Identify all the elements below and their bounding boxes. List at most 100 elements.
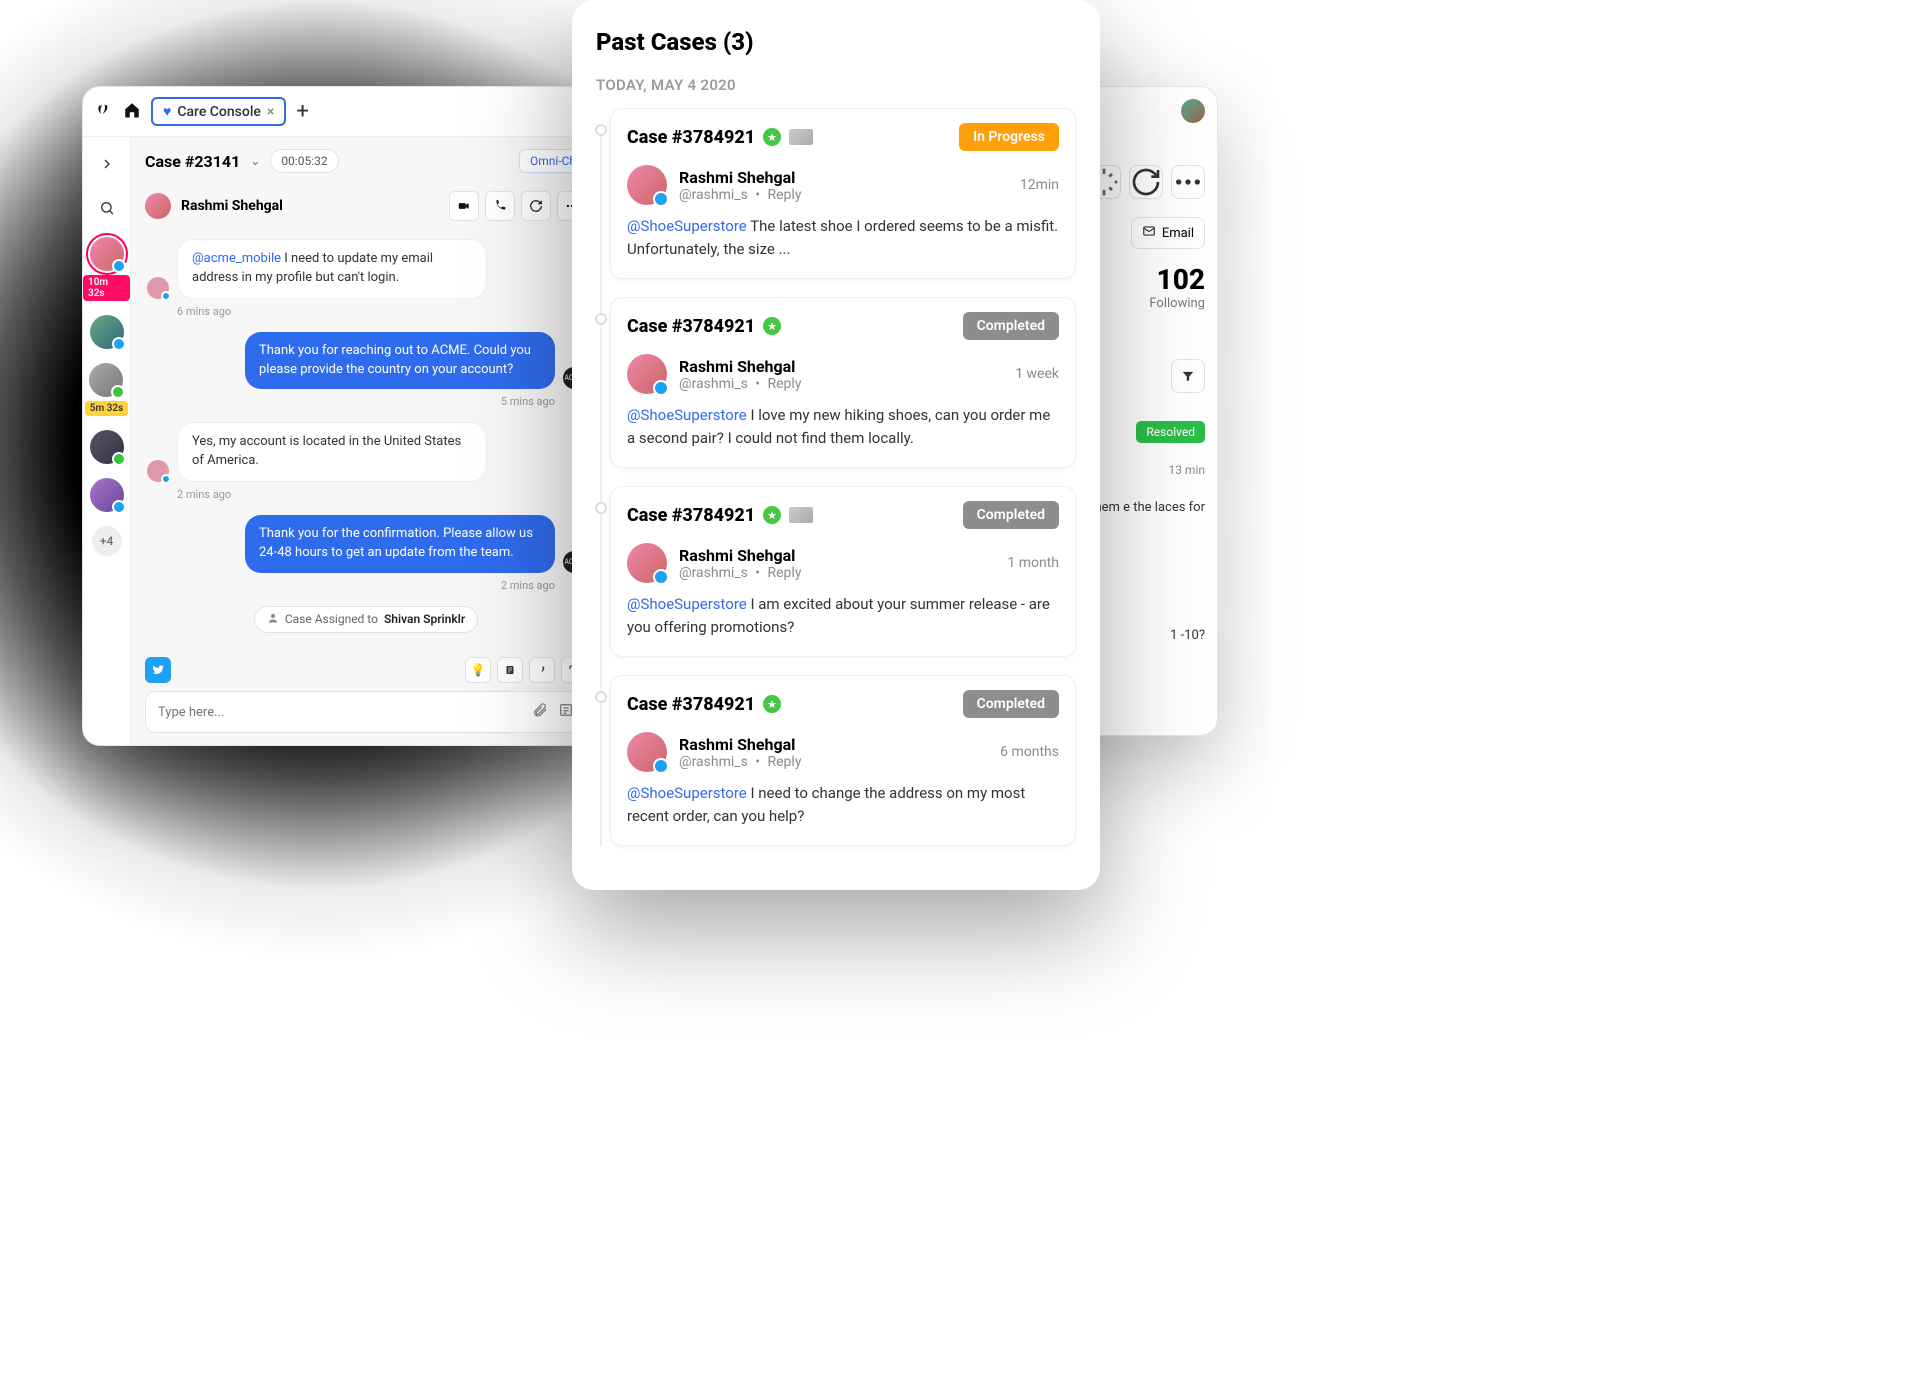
star-icon: ★: [763, 506, 781, 524]
case-author-name: Rashmi Shehgal: [679, 735, 988, 754]
attachment-icon[interactable]: [532, 702, 548, 722]
twitter-badge-icon: [653, 758, 669, 774]
author-handle: @rashmi_s: [679, 376, 748, 392]
filter-button[interactable]: [1171, 359, 1205, 393]
refresh-button[interactable]: [1129, 165, 1163, 199]
message-thread: @acme_mobile I need to update my email a…: [131, 233, 601, 649]
case-id: Case #3784921: [627, 505, 755, 526]
mention-link[interactable]: @ShoeSuperstore: [627, 217, 747, 235]
case-age: 6 months: [1000, 744, 1059, 760]
status-badge: Completed: [963, 690, 1059, 718]
window-topbar: ♥ Care Console × +: [83, 87, 601, 137]
sprinklr-button[interactable]: [529, 657, 555, 683]
status-badge: In Progress: [959, 123, 1059, 151]
outgoing-message: Thank you for the confirmation. Please a…: [245, 515, 555, 573]
case-author-name: Rashmi Shehgal: [679, 168, 1008, 187]
wait-time-badge: 10m 32s: [83, 275, 130, 301]
separator: •: [752, 187, 764, 203]
compose-box: [145, 691, 587, 733]
timeline-dot: [595, 124, 607, 136]
case-avatar: [627, 732, 667, 772]
expand-button[interactable]: [92, 149, 122, 179]
wait-time-badge: 5m 32s: [85, 401, 128, 416]
user-avatar[interactable]: [1181, 99, 1205, 123]
suggestion-button[interactable]: 💡: [465, 657, 491, 683]
star-icon: ★: [763, 128, 781, 146]
case-card[interactable]: Case #3784921★In ProgressRashmi Shehgal@…: [610, 108, 1076, 279]
date-header: TODAY, MAY 4 2020: [596, 76, 1076, 94]
case-thumbnail: [789, 507, 813, 523]
home-icon[interactable]: [123, 101, 141, 123]
case-age: 12min: [1020, 177, 1059, 193]
case-title: Case #23141: [145, 152, 240, 171]
close-icon[interactable]: ×: [267, 104, 274, 120]
separator: •: [752, 376, 764, 392]
notes-button[interactable]: [497, 657, 523, 683]
conversation-avatar[interactable]: [90, 430, 124, 464]
email-icon: [1142, 224, 1156, 242]
tab-label: Care Console: [177, 104, 261, 120]
case-id: Case #3784921: [627, 694, 755, 715]
case-card[interactable]: Case #3784921★CompletedRashmi Shehgal@ra…: [610, 297, 1076, 468]
mention-link[interactable]: @ShoeSuperstore: [627, 595, 747, 613]
case-timeline: Case #3784921★In ProgressRashmi Shehgal@…: [610, 108, 1076, 846]
case-id: Case #3784921: [627, 316, 755, 337]
care-console-window: ♥ Care Console × + 10m 32s 5m 32s +4: [82, 86, 602, 746]
twitter-badge-icon: [653, 569, 669, 585]
refresh-button[interactable]: [521, 191, 551, 221]
search-button[interactable]: [92, 193, 122, 223]
case-timer: 00:05:32: [270, 149, 338, 173]
case-author-name: Rashmi Shehgal: [679, 546, 995, 565]
conversation-avatar[interactable]: [90, 478, 124, 512]
conversation-avatar-active[interactable]: [90, 237, 124, 271]
video-call-button[interactable]: [449, 191, 479, 221]
conversation-rail: 10m 32s 5m 32s +4: [83, 137, 131, 746]
status-badge: Completed: [963, 312, 1059, 340]
chat-pane: Case #23141 ⌄ 00:05:32 Omni-Ch Rashmi Sh…: [131, 137, 601, 746]
case-thumbnail: [789, 129, 813, 145]
status-badge: Completed: [963, 501, 1059, 529]
sender-avatar: [147, 460, 169, 482]
reply-link[interactable]: Reply: [768, 376, 802, 392]
mention-link[interactable]: @ShoeSuperstore: [627, 406, 747, 424]
case-card[interactable]: Case #3784921★CompletedRashmi Shehgal@ra…: [610, 675, 1076, 846]
star-icon: ★: [763, 695, 781, 713]
incoming-message: @acme_mobile I need to update my email a…: [177, 239, 487, 299]
more-button[interactable]: [1171, 165, 1205, 199]
case-card[interactable]: Case #3784921★CompletedRashmi Shehgal@ra…: [610, 486, 1076, 657]
timeline-dot: [595, 313, 607, 325]
case-body: @ShoeSuperstore I love my new hiking sho…: [627, 404, 1059, 449]
twitter-badge-icon: [112, 259, 126, 273]
person-icon: [267, 612, 279, 627]
message-timestamp: 2 mins ago: [147, 579, 555, 592]
tab-care-console[interactable]: ♥ Care Console ×: [151, 97, 286, 126]
app-logo-icon[interactable]: [95, 101, 113, 123]
voice-call-button[interactable]: [485, 191, 515, 221]
email-button[interactable]: Email: [1131, 217, 1205, 249]
conversation-avatar[interactable]: [90, 315, 124, 349]
more-conversations[interactable]: +4: [92, 526, 122, 556]
separator: •: [752, 754, 764, 770]
outgoing-message: Thank you for reaching out to ACME. Coul…: [245, 332, 555, 390]
reply-link[interactable]: Reply: [768, 187, 802, 203]
reply-link[interactable]: Reply: [768, 565, 802, 581]
chevron-down-icon[interactable]: ⌄: [250, 154, 260, 168]
assignment-chip: Case Assigned to Shivan Sprinklr: [254, 606, 478, 633]
author-handle: @rashmi_s: [679, 187, 748, 203]
case-avatar: [627, 165, 667, 205]
mention-link[interactable]: @ShoeSuperstore: [627, 784, 747, 802]
conversation-avatar[interactable]: [89, 363, 123, 397]
star-icon: ★: [763, 317, 781, 335]
message-input[interactable]: [158, 705, 532, 720]
timeline-dot: [595, 502, 607, 514]
case-avatar: [627, 354, 667, 394]
case-body: @ShoeSuperstore I need to change the add…: [627, 782, 1059, 827]
twitter-channel-button[interactable]: [145, 657, 171, 683]
reply-link[interactable]: Reply: [768, 754, 802, 770]
twitter-badge-icon: [653, 380, 669, 396]
new-tab-button[interactable]: +: [296, 99, 308, 124]
timeline-dot: [595, 691, 607, 703]
case-age: 1 month: [1007, 555, 1059, 571]
case-body: @ShoeSuperstore I am excited about your …: [627, 593, 1059, 638]
contact-avatar[interactable]: [145, 193, 171, 219]
